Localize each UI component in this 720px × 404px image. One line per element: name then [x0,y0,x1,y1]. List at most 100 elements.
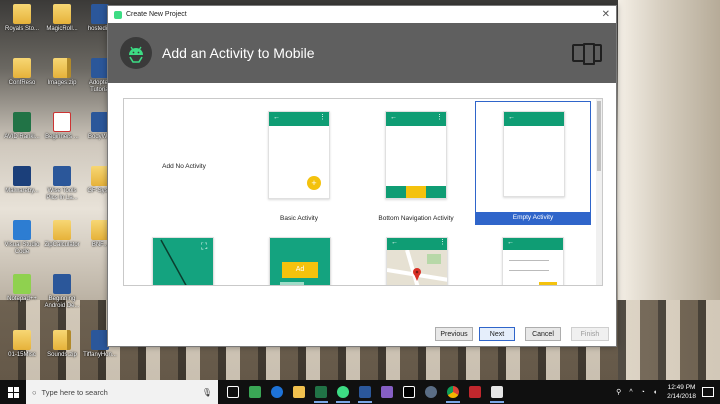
app-bar: ← ⋮ [387,238,447,250]
word-taskbar-icon[interactable] [356,380,374,404]
desktop-icon-label: Beginners ... [45,134,79,140]
zip-icon [53,58,71,78]
desktop-icon-label: 01-15Misc [8,352,36,358]
tile-label: Add No Activity [162,163,206,170]
google-maps-activity-preview[interactable]: ← ⋮ [386,237,448,285]
tile-add-no-activity[interactable]: Add No Activity [126,101,242,225]
svg-text:⛶: ⛶ [200,241,208,252]
android-logo-icon [120,37,152,69]
scrollbar-thumb[interactable] [597,101,601,171]
search-icon: ○ [32,387,37,397]
chrome-icon[interactable] [444,380,462,404]
microphone-icon[interactable]: 🎙 [202,388,212,397]
basic-activity-preview: ← ⋮ + [268,111,330,199]
tile-label: Bottom Navigation Activity [378,215,454,222]
system-tray: ⚲ ^ ◔ ◖ 12:49 PM 2/14/2018 [612,380,720,404]
desktop-icon-label: Malwareby... [5,188,39,194]
vscode-icon [13,220,31,240]
desktop-icon[interactable]: ConfReso [2,58,42,87]
sign-in-button-preview [539,282,557,285]
desktop-icon-label: ZipCalculator [44,242,80,248]
desktop-icon[interactable]: Visual Studio Code [2,220,42,256]
desktop-icon-label: MagicRoll... [46,26,78,32]
close-icon[interactable]: ✕ [602,9,610,20]
desktop-icon[interactable]: Wise Tools Pics In La... [42,166,82,202]
network-icon[interactable]: ◔ [641,389,645,396]
desktop-icon[interactable]: Royals Sto... [2,4,42,33]
google-admob-activity-preview[interactable]: Ad [269,237,331,285]
zip-icon [53,330,71,350]
desktop-icon[interactable]: Beginning Android De... [42,274,82,310]
cancel-button[interactable]: Cancel [525,327,561,341]
task-view-icon[interactable] [224,380,242,404]
folder-icon [53,4,71,24]
back-arrow-icon: ← [391,239,398,246]
desktop-icon-label: Images.zip [47,80,77,86]
tile-label: Empty Activity [476,212,590,224]
fullscreen-activity-preview[interactable]: ⛶ [152,237,214,285]
camtasia-recorder-icon[interactable] [488,380,506,404]
desktop-icon[interactable]: Notepad++ [2,274,42,303]
excel-icon [13,112,31,132]
ad-text-line [280,282,304,285]
visual-studio-icon[interactable] [378,380,396,404]
map-thumbnail [387,250,447,285]
excel-taskbar-icon[interactable] [312,380,330,404]
desktop-icon[interactable]: ZipCalculator [42,220,82,249]
desktop-icon-label: Visual Studio Code [4,242,40,255]
empty-activity-preview: ← [503,111,565,197]
overflow-menu-icon: ⋮ [319,114,326,121]
pdf-icon [53,112,71,132]
clock[interactable]: 12:49 PM 2/14/2018 [667,383,696,401]
previous-button[interactable]: Previous [435,327,473,341]
taskbar: ○ Type here to search 🎙 ⚲ ^ ◔ ◖ 12:49 PM… [0,380,720,404]
desktop-icon[interactable]: Beginners ... [42,112,82,141]
steam-icon[interactable] [422,380,440,404]
taskbar-apps [222,380,508,404]
start-button[interactable] [0,380,26,404]
login-activity-preview[interactable]: ← [502,237,564,285]
back-arrow-icon: ← [507,239,514,246]
app-bar: ← ⋮ [386,112,446,126]
desktop-icon[interactable]: Malwareby... [2,166,42,195]
tile-label: Basic Activity [280,215,318,222]
back-arrow-icon: ← [508,114,515,121]
tile-basic-activity[interactable]: ← ⋮ + Basic Activity [241,101,357,225]
action-center-icon[interactable] [702,387,714,397]
app-bar: ← [504,112,564,126]
taskbar-search[interactable]: ○ Type here to search 🎙 [26,380,218,404]
desktop-icon[interactable]: Images.zip [42,58,82,87]
android-studio-taskbar-icon[interactable] [334,380,352,404]
back-arrow-icon: ← [273,114,280,121]
camtasia-icon[interactable] [246,380,264,404]
next-button[interactable]: Next [479,327,515,341]
desktop-icon[interactable]: MagicRoll... [42,4,82,33]
desktop-icon[interactable]: Sounds.zip [42,330,82,359]
people-icon[interactable]: ⚲ [616,388,621,396]
desktop-icon[interactable]: AVID Ranki... [2,112,42,141]
tile-bottom-navigation-activity[interactable]: ← ⋮ Bottom Navigation Activity [358,101,474,225]
malwarebytes-icon [13,166,31,186]
chevron-up-icon[interactable]: ^ [629,389,632,396]
finish-button[interactable]: Finish [571,327,609,341]
file-explorer-icon[interactable] [290,380,308,404]
acrobat-icon[interactable] [466,380,484,404]
intellij-icon[interactable] [400,380,418,404]
gallery-scrollbar[interactable] [596,99,602,285]
page-title: Add an Activity to Mobile [162,45,315,61]
ad-banner: Ad [282,262,318,278]
app-bar: ← [503,238,563,250]
tile-empty-activity[interactable]: ← Empty Activity [475,101,591,225]
volume-icon[interactable]: ◖ [653,389,657,396]
back-arrow-icon: ← [390,114,397,121]
edge-icon[interactable] [268,380,286,404]
folder-icon [13,58,31,78]
desktop-icons: Royals Sto... MagicRoll... hostedi... Co… [0,0,118,380]
desktop-icon-label: AVID Ranki... [4,134,40,140]
window-title: Create New Project [126,11,187,18]
notepadpp-icon [13,274,31,294]
android-studio-icon [114,10,122,19]
desktop-icon[interactable]: 01-15Misc [2,330,42,359]
dialog-titlebar[interactable]: Create New Project ✕ [108,6,616,23]
word-icon [53,274,71,294]
